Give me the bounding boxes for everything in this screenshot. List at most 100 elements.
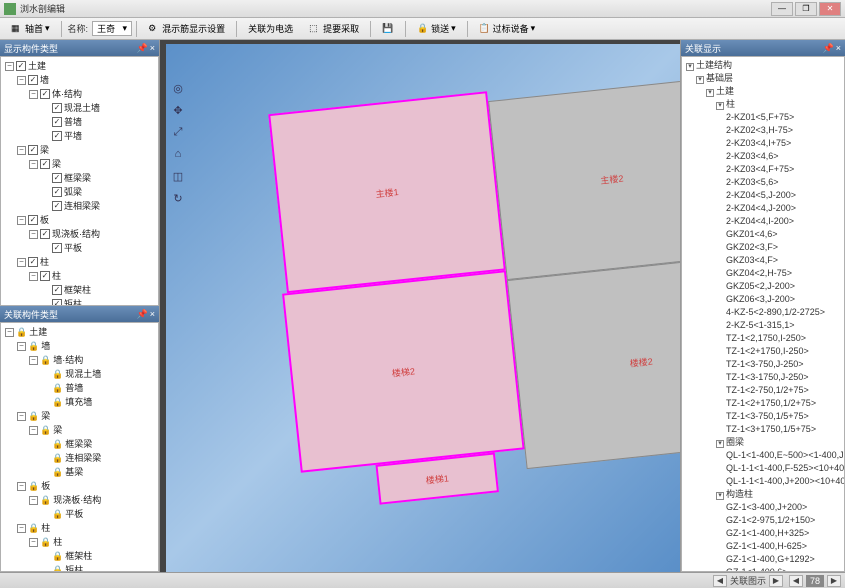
- list-item-label[interactable]: GZ-1<1-400,H+325>: [726, 528, 809, 538]
- tree-twisty[interactable]: ▾: [686, 63, 694, 71]
- tree-checkbox[interactable]: [28, 145, 38, 155]
- tree-twisty[interactable]: ▾: [716, 102, 724, 110]
- list-item-label[interactable]: 2-KZ01<5,F+75>: [726, 112, 794, 122]
- list-item-label[interactable]: 2-KZ04<4,J-200>: [726, 203, 796, 213]
- tree-checkbox[interactable]: [52, 117, 62, 127]
- list-item-label[interactable]: 2-KZ02<3,H-75>: [726, 125, 793, 135]
- tree-label[interactable]: 柱: [53, 535, 62, 549]
- tree-twisty[interactable]: −: [29, 496, 38, 505]
- tree-label[interactable]: 柱: [41, 521, 50, 535]
- tree-label[interactable]: 平板: [64, 241, 82, 255]
- zoom-tool[interactable]: ⤢: [170, 124, 186, 140]
- tree-checkbox[interactable]: [40, 89, 50, 99]
- tree-twisty[interactable]: −: [29, 272, 38, 281]
- tree-label[interactable]: 板: [40, 213, 49, 227]
- tree-twisty[interactable]: −: [29, 356, 38, 365]
- list-item-label[interactable]: QL-1-1<1-400,J+200><10+400,J+200>: [726, 476, 845, 486]
- tree-checkbox[interactable]: [40, 229, 50, 239]
- tree-twisty[interactable]: ▾: [716, 440, 724, 448]
- axis-button[interactable]: ▦ 轴首 ▾: [4, 19, 57, 38]
- maximize-button[interactable]: ❐: [795, 2, 817, 16]
- associate-tree[interactable]: −🔒土建−🔒墙−🔒墙·结构🔒现混土墙🔒普墙🔒填充墙−🔒梁−🔒梁🔒框梁梁🔒连相梁梁…: [1, 323, 158, 572]
- tree-label[interactable]: 墙: [40, 73, 49, 87]
- tree-twisty[interactable]: −: [5, 328, 14, 337]
- list-item-label[interactable]: TZ-1<3-750,J-250>: [726, 359, 804, 369]
- component-list[interactable]: ▾土建结构▾基础层▾土建▾柱2-KZ01<5,F+75>2-KZ02<3,H-7…: [682, 57, 844, 572]
- list-item-label[interactable]: GZ-1<2-975,1/2+150>: [726, 515, 815, 525]
- list-item-label[interactable]: GZ-1<3-400,J+200>: [726, 502, 807, 512]
- display-tree[interactable]: −土建−墙−体·结构现混土墙普墙平墙−梁−梁框梁梁弧梁连相梁梁−板−现浇板·结构…: [1, 57, 158, 306]
- tree-checkbox[interactable]: [52, 201, 62, 211]
- tree-twisty[interactable]: −: [17, 482, 26, 491]
- tree-label[interactable]: 体·结构: [52, 87, 82, 101]
- lock-button[interactable]: 🔒 锁送 ▾: [410, 19, 463, 38]
- tree-label[interactable]: 现混土墙: [65, 367, 101, 381]
- name-select[interactable]: 王奇 ▾: [92, 21, 132, 36]
- tree-checkbox[interactable]: [28, 215, 38, 225]
- list-item-label[interactable]: TZ-1<3-750,1/5+75>: [726, 411, 809, 421]
- pin-icon[interactable]: 📌: [137, 43, 148, 54]
- status-page-prev[interactable]: ◀: [789, 575, 803, 587]
- tree-label[interactable]: 框架柱: [65, 549, 92, 563]
- tree-twisty[interactable]: −: [29, 538, 38, 547]
- tree-label[interactable]: 梁: [41, 409, 50, 423]
- tree-label[interactable]: 矩柱: [64, 297, 82, 306]
- list-item-label[interactable]: GKZ03<4,F>: [726, 255, 778, 265]
- tree-label[interactable]: 框梁梁: [64, 171, 91, 185]
- list-item-label[interactable]: 基础层: [706, 73, 733, 83]
- tree-twisty[interactable]: ▾: [696, 76, 704, 84]
- tree-label[interactable]: 连相梁梁: [64, 199, 100, 213]
- list-item-label[interactable]: GKZ06<3,J-200>: [726, 294, 795, 304]
- tree-label[interactable]: 矩柱: [65, 563, 83, 572]
- list-item-label[interactable]: TZ-1<2,1750,I-250>: [726, 333, 806, 343]
- list-item-label[interactable]: GKZ01<4,6>: [726, 229, 778, 239]
- tree-label[interactable]: 平墙: [64, 129, 82, 143]
- panel-close-icon[interactable]: ×: [150, 43, 155, 54]
- tree-label[interactable]: 弧梁: [64, 185, 82, 199]
- list-item-label[interactable]: 2-KZ-5<1-315,1>: [726, 320, 795, 330]
- tree-label[interactable]: 基梁: [65, 465, 83, 479]
- save-button[interactable]: 💾: [375, 20, 401, 38]
- tree-label[interactable]: 填充墙: [65, 395, 92, 409]
- list-item-label[interactable]: 2-KZ04<5,J-200>: [726, 190, 796, 200]
- tree-checkbox[interactable]: [52, 187, 62, 197]
- tree-label[interactable]: 土建: [29, 325, 47, 339]
- list-item-label[interactable]: 2-KZ03<4,I+75>: [726, 138, 791, 148]
- tree-label[interactable]: 柱: [40, 255, 49, 269]
- list-item-label[interactable]: 2-KZ04<4,I-200>: [726, 216, 794, 226]
- tree-label[interactable]: 板: [41, 479, 50, 493]
- tree-checkbox[interactable]: [40, 159, 50, 169]
- filter-button[interactable]: 📋 过标说备 ▾: [472, 19, 543, 38]
- tree-label[interactable]: 墙·结构: [53, 353, 83, 367]
- tree-checkbox[interactable]: [28, 75, 38, 85]
- list-item-label[interactable]: GKZ05<2,J-200>: [726, 281, 795, 291]
- list-item-label[interactable]: GKZ04<2,H-75>: [726, 268, 792, 278]
- tree-label[interactable]: 现浇板·结构: [53, 493, 101, 507]
- list-item-label[interactable]: GZ-1<1-400,H-625>: [726, 541, 807, 551]
- list-item-label[interactable]: QL-1<1-400,E~500><1-400,J+100>: [726, 450, 845, 460]
- tree-checkbox[interactable]: [40, 271, 50, 281]
- tree-twisty[interactable]: −: [17, 76, 26, 85]
- tree-label[interactable]: 柱: [52, 269, 61, 283]
- orbit-tool[interactable]: ◎: [170, 80, 186, 96]
- tree-checkbox[interactable]: [28, 257, 38, 267]
- status-page-next[interactable]: ▶: [827, 575, 841, 587]
- panel-close-icon[interactable]: ×: [150, 309, 155, 320]
- tree-twisty[interactable]: −: [29, 426, 38, 435]
- list-item-label[interactable]: TZ-1<2+1750,I-250>: [726, 346, 809, 356]
- slab-stair2b[interactable]: 楼楼2: [507, 254, 680, 469]
- close-button[interactable]: ✕: [819, 2, 841, 16]
- list-item-label[interactable]: TZ-1<2+1750,1/2+75>: [726, 398, 816, 408]
- associate-select-button[interactable]: 关联为电选: [241, 19, 300, 38]
- section-tool[interactable]: ◫: [170, 168, 186, 184]
- refresh-tool[interactable]: ↻: [170, 190, 186, 206]
- slab-stair2a[interactable]: 楼梯2: [282, 270, 525, 473]
- slab-main2[interactable]: 主楼2: [488, 77, 680, 280]
- list-item-label[interactable]: 土建结构: [696, 60, 732, 70]
- pin-icon[interactable]: 📌: [823, 43, 834, 54]
- tree-checkbox[interactable]: [52, 103, 62, 113]
- list-item-label[interactable]: GKZ02<3,F>: [726, 242, 778, 252]
- tree-twisty[interactable]: −: [29, 90, 38, 99]
- list-item-label[interactable]: TZ-1<3+1750,1/5+75>: [726, 424, 816, 434]
- list-item-label[interactable]: 土建: [716, 86, 734, 96]
